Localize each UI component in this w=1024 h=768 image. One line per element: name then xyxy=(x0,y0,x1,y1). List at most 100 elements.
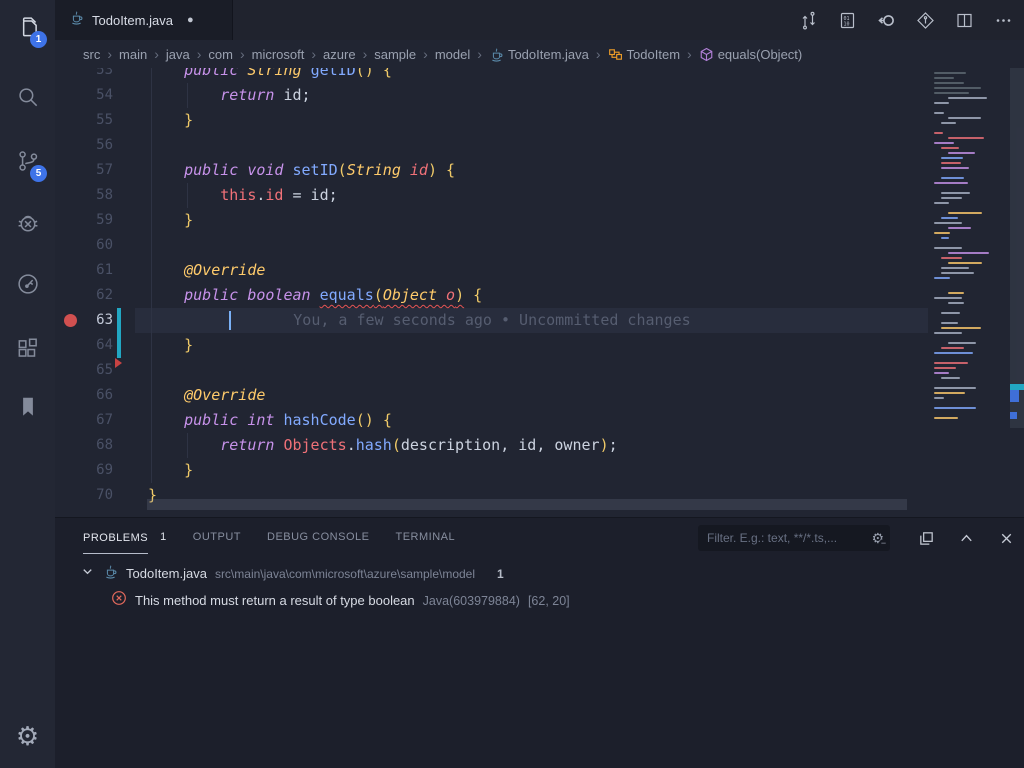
open-changes-icon[interactable] xyxy=(793,5,823,35)
breadcrumb-item-todoitem[interactable]: TodoItem xyxy=(608,47,680,62)
breadcrumb-item-main[interactable]: main xyxy=(119,47,147,62)
manage-gear-icon[interactable]: ⚙ xyxy=(0,716,55,756)
line-number-68[interactable]: 68 xyxy=(69,433,113,458)
panel-tab-debug-console[interactable]: DEBUG CONSOLE xyxy=(267,518,369,556)
horizontal-scrollbar[interactable] xyxy=(147,499,907,510)
breadcrumb-item-model[interactable]: model xyxy=(435,47,470,62)
problem-item-row[interactable]: This method must return a result of type… xyxy=(111,587,570,614)
minimap-line xyxy=(941,157,963,159)
more-actions-icon[interactable] xyxy=(988,5,1018,35)
breakpoint-dot[interactable] xyxy=(64,314,77,327)
minimap-line xyxy=(934,102,949,104)
minimap[interactable] xyxy=(928,68,1008,517)
activity-extensions[interactable] xyxy=(0,328,55,374)
token: String xyxy=(347,161,410,179)
git-modified-bar[interactable] xyxy=(117,308,121,358)
code-line-59[interactable]: } xyxy=(148,208,193,233)
code-line-68[interactable]: return Objects.hash(description, id, own… xyxy=(148,433,618,458)
close-panel-icon[interactable] xyxy=(992,525,1020,552)
minimap-line xyxy=(948,137,984,139)
split-editor-icon[interactable] xyxy=(949,5,979,35)
problems-file-row[interactable]: TodoItem.java src\main\java\com\microsof… xyxy=(80,560,504,587)
line-number-61[interactable]: 61 xyxy=(69,258,113,283)
panel-tab-badge: 1 xyxy=(160,531,167,543)
minimap-line xyxy=(934,87,981,89)
code-line-67[interactable]: public int hashCode() { xyxy=(148,408,392,433)
filter-settings-icon[interactable]: ⚙− xyxy=(871,531,884,545)
code-line-55[interactable]: } xyxy=(148,108,193,133)
code-line-64[interactable]: } xyxy=(148,333,193,358)
panel-tab-output[interactable]: OUTPUT xyxy=(193,518,241,556)
minimap-line xyxy=(941,162,961,164)
code-line-53[interactable]: public String getID() { xyxy=(148,68,392,83)
gitlens-icon[interactable] xyxy=(910,5,940,35)
activity-bookmark[interactable] xyxy=(0,386,55,432)
git-deleted-marker[interactable] xyxy=(115,358,122,368)
line-number-56[interactable]: 56 xyxy=(69,133,113,158)
code-editor[interactable]: 53 public String getID() { 54 return id; 5… xyxy=(55,68,1024,517)
line-number-54[interactable]: 54 xyxy=(69,83,113,108)
breadcrumb-separator-icon: › xyxy=(363,46,368,62)
activity-files[interactable]: 1 xyxy=(0,6,55,52)
problems-filter-input[interactable] xyxy=(707,531,871,545)
activity-bug[interactable] xyxy=(0,202,55,248)
code-line-62[interactable]: public boolean equals(Object o) { xyxy=(148,283,482,308)
line-number-57[interactable]: 57 xyxy=(69,158,113,183)
code-line-63[interactable]: You, a few seconds ago • Uncommitted cha… xyxy=(148,308,691,333)
line-number-53[interactable]: 53 xyxy=(69,68,113,83)
breadcrumb-item-java[interactable]: java xyxy=(166,47,190,62)
minimap-line xyxy=(934,417,958,419)
breadcrumb-item-microsoft[interactable]: microsoft xyxy=(252,47,305,62)
java-file-icon xyxy=(69,10,84,30)
activity-source-control[interactable]: 5 xyxy=(0,140,55,186)
java-symbol-icon xyxy=(489,47,504,62)
breadcrumb-separator-icon: › xyxy=(197,46,202,62)
token: public xyxy=(184,161,247,179)
code-line-58[interactable]: this.id = id; xyxy=(148,183,338,208)
breadcrumb: src›main›java›com›microsoft›azure›sample… xyxy=(55,40,1024,68)
vertical-scrollbar[interactable] xyxy=(1010,68,1024,428)
activity-search[interactable] xyxy=(0,76,55,122)
minimap-line xyxy=(941,327,981,329)
line-number-67[interactable]: 67 xyxy=(69,408,113,433)
line-number-55[interactable]: 55 xyxy=(69,108,113,133)
code-line-57[interactable]: public void setID(String id) { xyxy=(148,158,455,183)
activity-gauge[interactable] xyxy=(0,263,55,309)
code-line-66[interactable]: @Override xyxy=(148,383,265,408)
code-line-69[interactable]: } xyxy=(148,458,193,483)
line-number-58[interactable]: 58 xyxy=(69,183,113,208)
token: } xyxy=(184,211,193,229)
token: public xyxy=(184,286,247,304)
line-number-65[interactable]: 65 xyxy=(69,358,113,383)
line-number-70[interactable]: 70 xyxy=(69,483,113,508)
token: ( xyxy=(392,436,401,454)
code-line-61[interactable]: @Override xyxy=(148,258,265,283)
code-line-54[interactable]: return id; xyxy=(148,83,311,108)
minimap-line xyxy=(941,272,974,274)
token: id; xyxy=(283,86,310,104)
breadcrumb-item-equals-object-[interactable]: equals(Object) xyxy=(699,47,803,62)
chevron-down-icon[interactable] xyxy=(80,564,95,584)
line-number-59[interactable]: 59 xyxy=(69,208,113,233)
maximize-panel-icon[interactable] xyxy=(952,525,980,552)
minimap-line xyxy=(941,267,969,269)
breadcrumb-item-com[interactable]: com xyxy=(208,47,233,62)
open-preview-icon[interactable] xyxy=(871,5,901,35)
line-number-60[interactable]: 60 xyxy=(69,233,113,258)
breadcrumb-item-todoitem-java[interactable]: TodoItem.java xyxy=(489,47,589,62)
modified-dot-icon[interactable]: ● xyxy=(187,14,194,26)
panel-tab-problems[interactable]: PROBLEMS1 xyxy=(83,518,167,556)
panel-tab-terminal[interactable]: TERMINAL xyxy=(395,518,455,556)
binary-file-icon[interactable]: 0110 xyxy=(832,5,862,35)
restore-panel-icon[interactable] xyxy=(912,525,940,552)
line-number-66[interactable]: 66 xyxy=(69,383,113,408)
breadcrumb-item-src[interactable]: src xyxy=(83,47,100,62)
line-number-64[interactable]: 64 xyxy=(69,333,113,358)
tab-todoitem-java[interactable]: TodoItem.java ● xyxy=(55,0,233,40)
breadcrumb-item-sample[interactable]: sample xyxy=(374,47,416,62)
line-number-69[interactable]: 69 xyxy=(69,458,113,483)
line-number-62[interactable]: 62 xyxy=(69,283,113,308)
minimap-line xyxy=(934,142,954,144)
breadcrumb-item-azure[interactable]: azure xyxy=(323,47,356,62)
token xyxy=(148,436,220,454)
